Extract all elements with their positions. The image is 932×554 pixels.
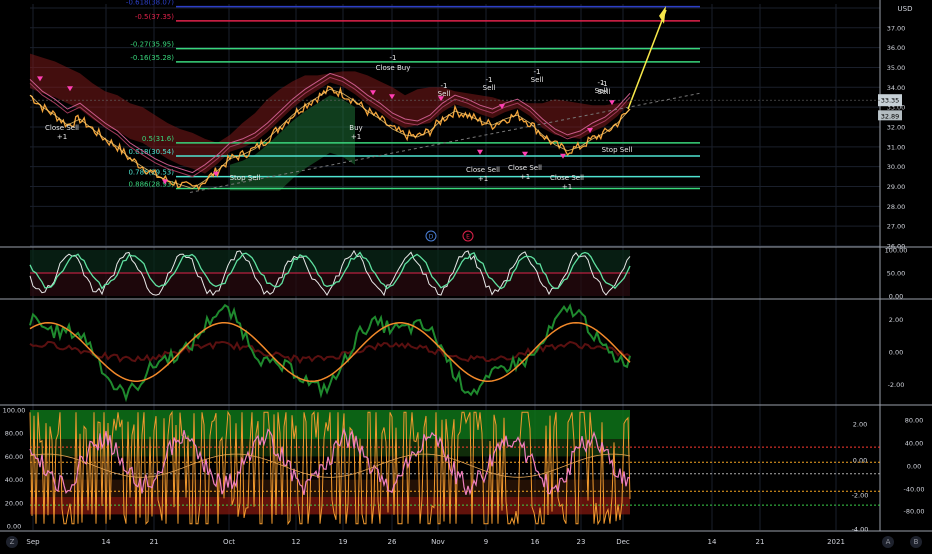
price-tick-label: 28.00 [887, 203, 906, 211]
annotation-sub: +1 [520, 173, 530, 181]
timezone-button[interactable]: Z [6, 536, 18, 548]
annotation-sub: +1 [351, 133, 361, 141]
chart-canvas[interactable]: -0.618(38.07) -0.5(37.35) -0.27(35.95) -0.1… [0, 0, 932, 550]
annotation-text: Close Sell [508, 164, 542, 172]
fib-level-label: 0.886(28.93) [128, 180, 174, 188]
annotation-text: Sell [438, 90, 451, 98]
osc3-mid-tick-label: 0.00 [853, 457, 867, 465]
osc1-tick-label: 100.00 [885, 247, 908, 255]
trading-chart[interactable]: -0.618(38.07) -0.5(37.35) -0.27(35.95) -0.1… [0, 0, 932, 550]
annotation-text: Stop Sell [230, 174, 261, 182]
osc1-tick-label: 0.00 [889, 293, 903, 301]
annotation-text: Close Sell [550, 174, 584, 182]
osc1-lower-zone [30, 273, 630, 296]
x-tick-label: Dec [616, 538, 630, 546]
osc3-right-tick-label: 0.00 [907, 463, 921, 471]
price-tick-label: 37.00 [887, 24, 906, 32]
osc3-right-tick-label: 80.00 [905, 417, 924, 425]
osc2-tick-label: -2.00 [888, 381, 905, 389]
annotation-pre: -1 [598, 79, 605, 87]
event-marker-label: D [429, 234, 434, 241]
price-tick-label: 27.00 [887, 223, 906, 231]
osc2-tick-label: 0.00 [889, 349, 903, 357]
osc3-mid-tick-label: 2.00 [853, 421, 867, 429]
x-tick-label: Oct [223, 538, 235, 546]
log-scale-button[interactable]: B [910, 536, 922, 548]
annotation-sub: +1 [562, 183, 572, 191]
fib-level-label: -0.16(35.28) [130, 54, 174, 62]
osc3-left-tick-label: 80.00 [5, 430, 24, 438]
x-tick-label: 16 [531, 538, 540, 546]
x-tick-label: 19 [339, 538, 348, 546]
trade-annotation: Stop Sell [602, 146, 633, 154]
osc3-mid-tick-label: -4.00 [852, 526, 869, 534]
trade-annotation: Stop Sell [230, 174, 261, 182]
osc2-tick-label: 2.00 [889, 316, 903, 324]
x-tick-label: 23 [577, 538, 586, 546]
current-price-value: 33.35 [881, 97, 900, 105]
osc1-tick-label: 50.00 [887, 270, 906, 278]
x-tick-label: 26 [388, 538, 397, 546]
annotation-text: Close Sell [466, 166, 500, 174]
osc3-upper-zone [30, 439, 630, 457]
osc3-mid-tick-label: -2.00 [852, 492, 869, 500]
osc3-right-tick-label: 40.00 [905, 440, 924, 448]
price-tick-label: 30.00 [887, 163, 906, 171]
x-tick-label: 12 [292, 538, 301, 546]
price-tick-label: 35.00 [887, 64, 906, 72]
auto-scale-button[interactable]: A [882, 536, 894, 548]
price-tick-label: 29.00 [887, 183, 906, 191]
osc3-lower-zone [30, 479, 630, 497]
x-tick-label: 14 [708, 538, 717, 546]
fib-level-label: 0.618(30.54) [128, 148, 174, 156]
osc3-right-tick-label: -40.00 [904, 486, 925, 494]
current-price-value: 32.89 [881, 112, 900, 120]
trade-annotation: Buy+1 [349, 124, 362, 141]
annotation-text: Sell [595, 87, 608, 95]
price-tick-label: 36.00 [887, 44, 906, 52]
osc3-left-tick-label: 40.00 [5, 476, 24, 484]
x-tick-label: Sep [26, 538, 40, 546]
annotation-text: Close Sell [45, 124, 79, 132]
price-tick-label: 31.00 [887, 143, 906, 151]
x-tick-label: 21 [756, 538, 765, 546]
fib-level-label: -0.618(38.07) [126, 0, 174, 7]
osc3-left-tick-label: 0.00 [7, 523, 21, 531]
fib-level-label: -0.5(37.35) [135, 13, 174, 21]
price-tick-label: 32.00 [887, 123, 906, 131]
x-tick-label: 14 [102, 538, 111, 546]
price-tick-label: 34.00 [887, 84, 906, 92]
currency-label: USD [898, 5, 913, 13]
annotation-sub: +1 [57, 133, 67, 141]
x-tick-label: 2021 [827, 538, 845, 546]
annotation-pre: -1 [534, 68, 541, 76]
osc3-left-tick-label: 60.00 [5, 453, 24, 461]
annotation-sub: Close Buy [376, 64, 411, 72]
annotation-sub: +1 [478, 175, 488, 183]
x-tick-label: Nov [431, 538, 445, 546]
x-tick-label: 9 [484, 538, 488, 546]
fib-level-label: -0.27(35.95) [130, 41, 174, 49]
annotation-text: Sell [531, 76, 544, 84]
osc3-left-tick-label: 20.00 [5, 499, 24, 507]
annotation-text: -1 [390, 54, 397, 62]
annotation-text: Stop Sell [602, 146, 633, 154]
annotation-text: Buy [349, 124, 362, 132]
osc3-right-tick-label: -80.00 [904, 508, 925, 516]
annotation-pre: -1 [486, 76, 493, 84]
x-tick-label: 21 [150, 538, 159, 546]
event-marker-label: E [466, 234, 470, 241]
fib-level-label: 0.5(31.6) [142, 135, 174, 143]
annotation-text: Sell [483, 84, 496, 92]
annotation-pre: -1 [441, 82, 448, 90]
osc3-oversold-zone [30, 497, 630, 515]
osc3-left-tick-label: 100.00 [3, 407, 26, 415]
